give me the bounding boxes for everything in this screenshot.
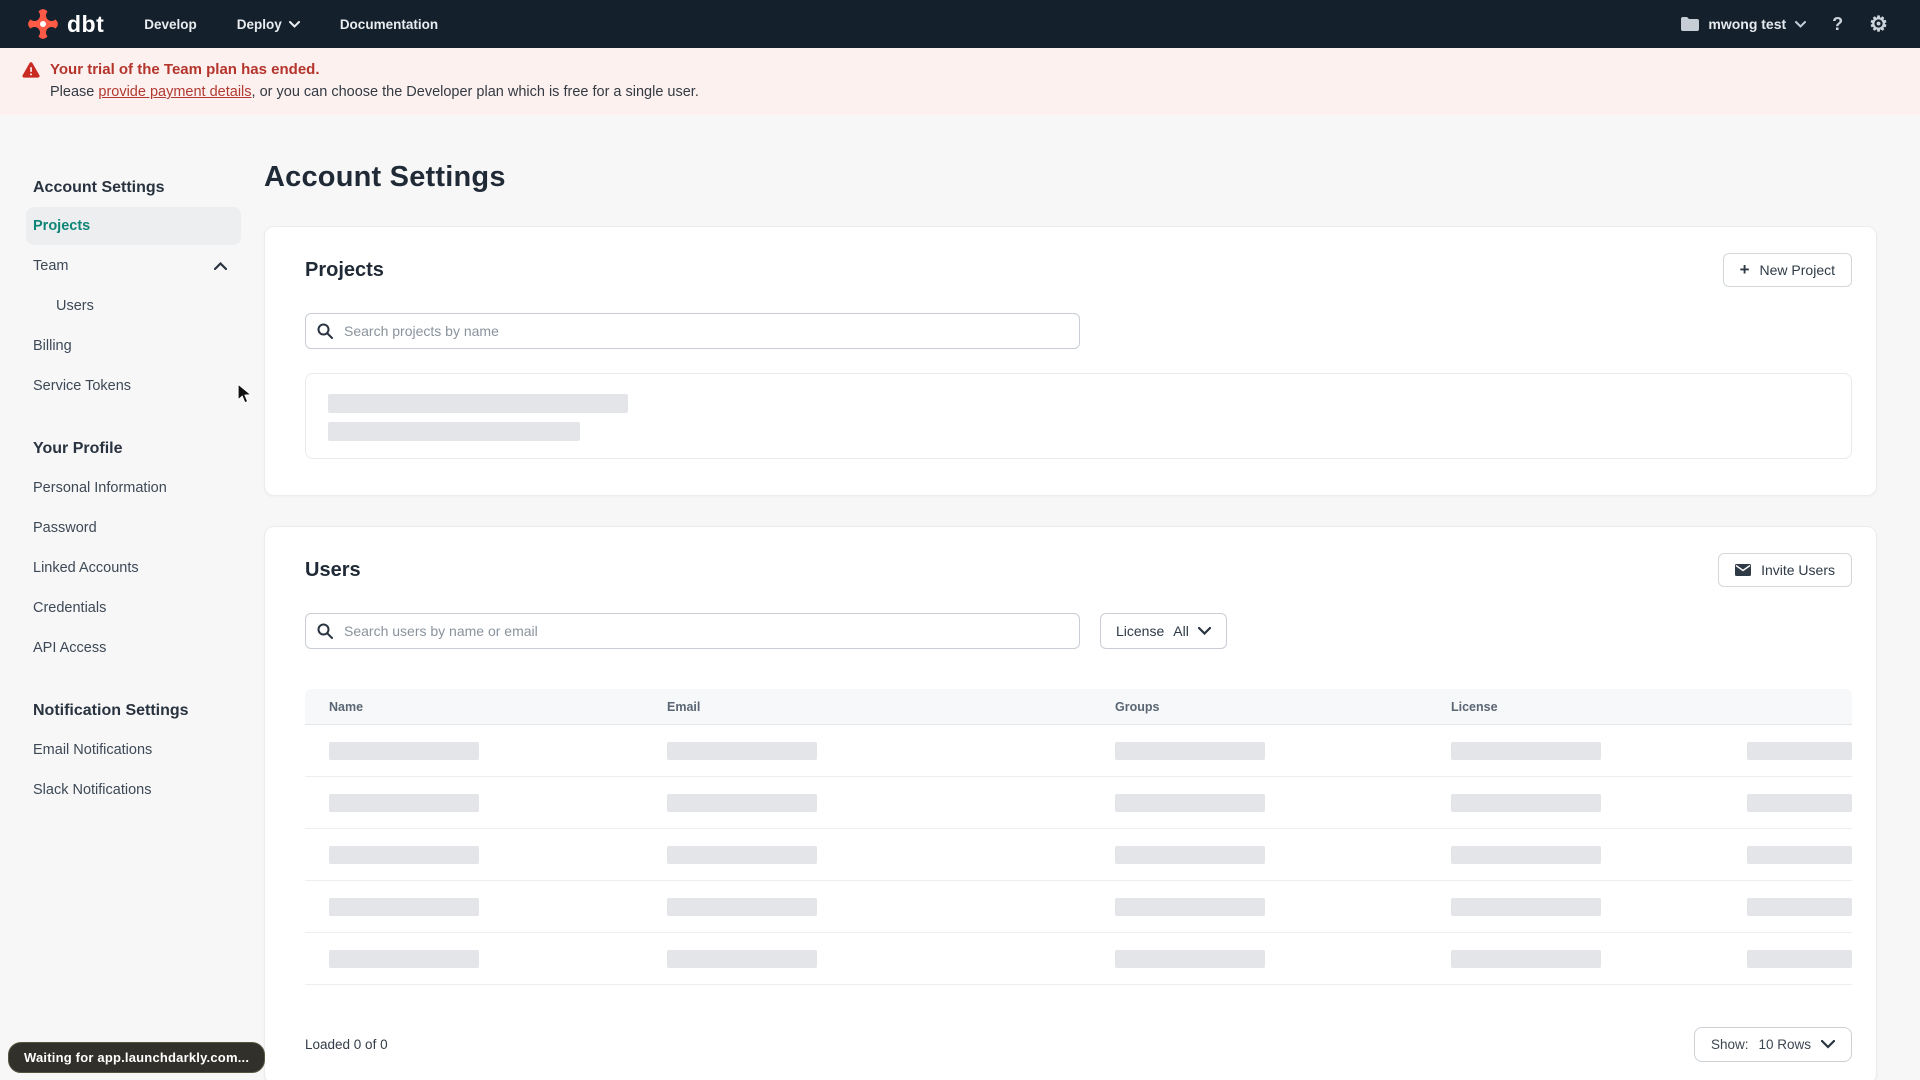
- sidebar-heading-your-profile: Your Profile: [33, 440, 123, 457]
- sidebar-item-password[interactable]: Password: [26, 508, 241, 548]
- new-project-button[interactable]: + New Project: [1722, 253, 1852, 287]
- skeleton-bar: [667, 845, 817, 864]
- sidebar-item-email-notifications[interactable]: Email Notifications: [26, 730, 241, 770]
- skeleton-bar: [329, 793, 479, 812]
- sidebar-item-billing[interactable]: Billing: [26, 326, 241, 366]
- nav-menu: Develop Deploy Documentation: [144, 17, 438, 32]
- column-header-email: Email: [667, 699, 701, 714]
- help-icon[interactable]: ?: [1832, 15, 1843, 33]
- dbt-logo[interactable]: dbt: [26, 7, 105, 41]
- skeleton-bar: [1115, 949, 1265, 968]
- chevron-down-icon: [288, 21, 300, 28]
- plus-icon: +: [1739, 260, 1750, 279]
- chevron-down-icon: [1821, 1040, 1835, 1049]
- users-table-header: Name Email Groups License: [305, 689, 1852, 725]
- column-header-groups: Groups: [1115, 699, 1160, 714]
- search-icon: [317, 623, 333, 639]
- top-navigation: dbt Develop Deploy Documentation mwong t…: [0, 0, 1920, 48]
- invite-users-button[interactable]: Invite Users: [1718, 553, 1852, 587]
- table-row-skeleton: [305, 933, 1852, 985]
- search-icon: [317, 323, 333, 339]
- table-row-skeleton: [305, 881, 1852, 933]
- chevron-up-icon: [213, 261, 228, 271]
- users-search-input[interactable]: [305, 613, 1080, 649]
- skeleton-bar: [1747, 741, 1852, 760]
- browser-status-tooltip: Waiting for app.launchdarkly.com...: [8, 1042, 266, 1073]
- nav-item-develop[interactable]: Develop: [144, 17, 197, 32]
- rows-per-page-dropdown[interactable]: Show: 10 Rows: [1693, 1027, 1852, 1062]
- warning-icon: [22, 61, 40, 78]
- projects-loading-panel: [305, 373, 1852, 459]
- skeleton-bar: [329, 897, 479, 916]
- skeleton-bar: [1451, 741, 1601, 760]
- banner-title: Your trial of the Team plan has ended.: [50, 61, 320, 78]
- skeleton-bar: [329, 949, 479, 968]
- skeleton-bar: [667, 793, 817, 812]
- gear-icon[interactable]: ⚙: [1869, 14, 1888, 35]
- projects-card-title: Projects: [305, 258, 384, 281]
- payment-details-link[interactable]: provide payment details: [98, 84, 251, 100]
- sidebar-item-slack-notifications[interactable]: Slack Notifications: [26, 770, 241, 810]
- table-row-skeleton: [305, 777, 1852, 829]
- skeleton-bar: [667, 741, 817, 760]
- skeleton-bar: [667, 897, 817, 916]
- column-header-name: Name: [329, 699, 364, 714]
- skeleton-bar: [1747, 793, 1852, 812]
- chevron-down-icon: [1795, 20, 1807, 28]
- dbt-logo-text: dbt: [67, 10, 105, 37]
- skeleton-bar: [1451, 949, 1601, 968]
- users-card: Users Invite Users License All: [264, 526, 1877, 1080]
- page-title: Account Settings: [264, 161, 506, 193]
- skeleton-bar: [1451, 897, 1601, 916]
- skeleton-bar: [1115, 741, 1265, 760]
- account-name: mwong test: [1708, 16, 1787, 32]
- skeleton-bar: [1115, 793, 1265, 812]
- sidebar-item-users[interactable]: Users: [26, 286, 241, 326]
- sidebar-item-personal-information[interactable]: Personal Information: [26, 468, 241, 508]
- sidebar-item-projects[interactable]: Projects: [26, 207, 241, 245]
- skeleton-bar: [667, 949, 817, 968]
- sidebar-heading-account-settings: Account Settings: [33, 179, 165, 196]
- sidebar-item-api-access[interactable]: API Access: [26, 628, 241, 668]
- sidebar-item-team[interactable]: Team: [26, 246, 241, 286]
- skeleton-bar: [329, 741, 479, 760]
- nav-item-deploy[interactable]: Deploy: [237, 17, 300, 32]
- table-row-skeleton: [305, 725, 1852, 777]
- envelope-icon: [1735, 564, 1752, 576]
- chevron-down-icon: [1197, 627, 1211, 635]
- column-header-license: License: [1451, 699, 1498, 714]
- account-switcher[interactable]: mwong test: [1681, 16, 1807, 32]
- skeleton-bar: [329, 845, 479, 864]
- skeleton-bar: [1451, 793, 1601, 812]
- settings-sidebar: Account Settings Projects Team Users Bil…: [0, 115, 264, 810]
- table-row-skeleton: [305, 829, 1852, 881]
- skeleton-bar: [1451, 845, 1601, 864]
- projects-search-input[interactable]: [305, 313, 1080, 349]
- skeleton-bar: [1747, 949, 1852, 968]
- nav-item-documentation[interactable]: Documentation: [340, 17, 438, 32]
- trial-warning-banner: Your trial of the Team plan has ended. P…: [0, 48, 1920, 115]
- sidebar-item-service-tokens[interactable]: Service Tokens: [26, 366, 241, 406]
- skeleton-bar: [328, 422, 580, 441]
- skeleton-bar: [1747, 845, 1852, 864]
- skeleton-bar: [1747, 897, 1852, 916]
- loaded-status-text: Loaded 0 of 0: [305, 1037, 388, 1052]
- banner-body: Please provide payment details, or you c…: [50, 84, 699, 100]
- sidebar-heading-notification-settings: Notification Settings: [33, 702, 189, 719]
- skeleton-bar: [328, 394, 628, 413]
- sidebar-item-credentials[interactable]: Credentials: [26, 588, 241, 628]
- users-table: Name Email Groups License: [305, 689, 1852, 985]
- users-card-title: Users: [305, 558, 361, 581]
- license-filter-dropdown[interactable]: License All: [1100, 613, 1227, 649]
- dbt-logo-icon: [26, 7, 60, 41]
- sidebar-item-linked-accounts[interactable]: Linked Accounts: [26, 548, 241, 588]
- skeleton-bar: [1115, 845, 1265, 864]
- projects-card: Projects + New Project: [264, 226, 1877, 496]
- main-content: Account Settings Projects + New Project: [264, 115, 1877, 1080]
- skeleton-bar: [1115, 897, 1265, 916]
- folder-icon: [1681, 17, 1700, 31]
